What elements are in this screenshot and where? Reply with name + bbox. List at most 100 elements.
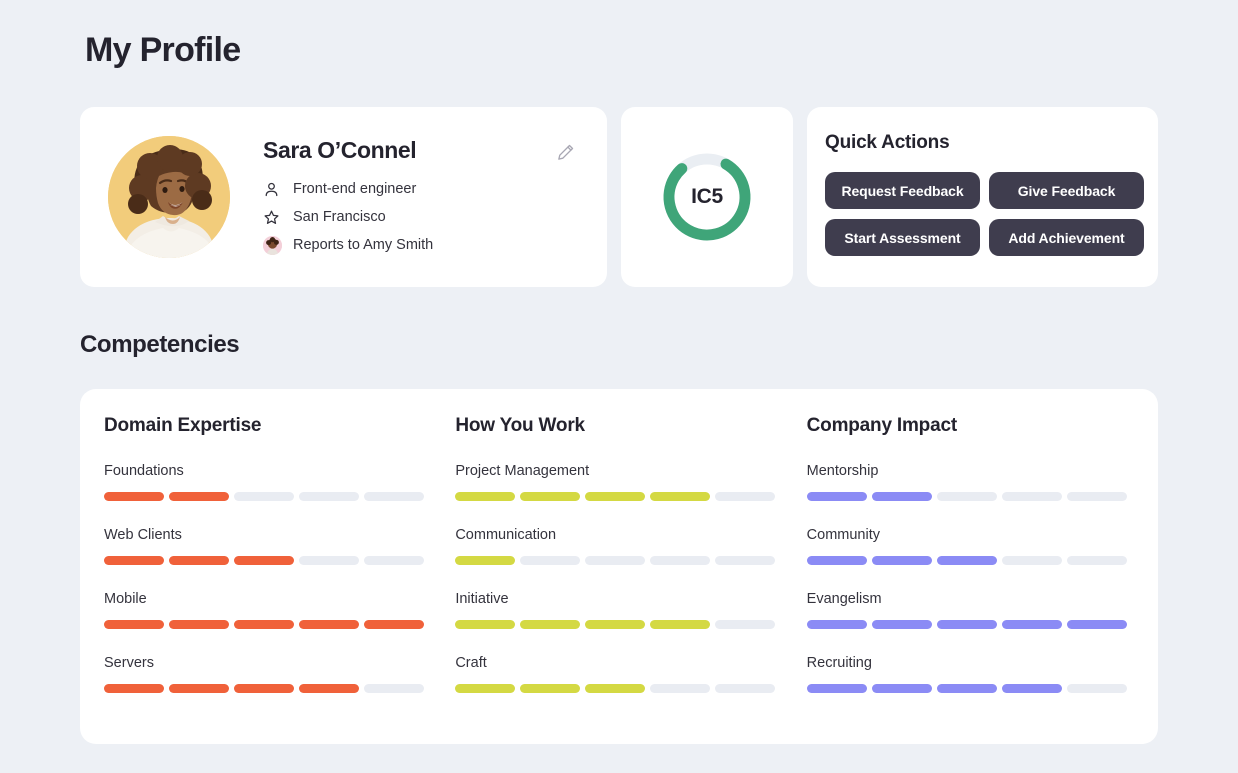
competency-level-segment[interactable]	[650, 620, 710, 629]
competency-level-segment[interactable]	[234, 556, 294, 565]
start-assessment-button[interactable]: Start Assessment	[825, 219, 980, 256]
competency-level-segment[interactable]	[455, 556, 515, 565]
competency-level-segment[interactable]	[364, 620, 424, 629]
competency-level-segment[interactable]	[715, 492, 775, 501]
competency-column: Company ImpactMentorshipCommunityEvangel…	[807, 415, 1158, 744]
competency-level-meter[interactable]	[104, 684, 455, 693]
competency-name: Communication	[455, 527, 806, 543]
competency-level-segment[interactable]	[364, 556, 424, 565]
competency-level-segment[interactable]	[872, 492, 932, 501]
competency-level-segment[interactable]	[234, 684, 294, 693]
competency-level-segment[interactable]	[585, 556, 645, 565]
profile-meta-manager[interactable]: Reports to Amy Smith	[263, 231, 433, 259]
add-achievement-button[interactable]: Add Achievement	[989, 219, 1144, 256]
profile-location-label: San Francisco	[293, 209, 386, 225]
competency-level-segment[interactable]	[715, 620, 775, 629]
competency-level-segment[interactable]	[807, 492, 867, 501]
competency-level-segment[interactable]	[937, 492, 997, 501]
competency-level-segment[interactable]	[455, 620, 515, 629]
competency-level-segment[interactable]	[872, 556, 932, 565]
competency-level-segment[interactable]	[1002, 620, 1062, 629]
competency-item: Craft	[455, 655, 806, 693]
avatar-icon	[263, 236, 285, 255]
competency-level-segment[interactable]	[169, 620, 229, 629]
competency-level-meter[interactable]	[807, 684, 1158, 693]
competency-level-segment[interactable]	[520, 492, 580, 501]
profile-role-label: Front-end engineer	[293, 181, 416, 197]
competency-level-segment[interactable]	[650, 556, 710, 565]
competency-level-segment[interactable]	[872, 684, 932, 693]
competency-level-segment[interactable]	[104, 684, 164, 693]
give-feedback-button[interactable]: Give Feedback	[989, 172, 1144, 209]
competency-level-segment[interactable]	[299, 556, 359, 565]
competency-level-segment[interactable]	[1002, 492, 1062, 501]
competency-level-segment[interactable]	[104, 492, 164, 501]
competency-level-segment[interactable]	[364, 684, 424, 693]
competency-level-segment[interactable]	[520, 556, 580, 565]
competency-level-segment[interactable]	[715, 684, 775, 693]
competency-level-segment[interactable]	[299, 684, 359, 693]
competency-level-segment[interactable]	[364, 492, 424, 501]
competency-item: Web Clients	[104, 527, 455, 565]
competency-level-segment[interactable]	[169, 556, 229, 565]
competency-level-segment[interactable]	[169, 492, 229, 501]
competency-level-segment[interactable]	[455, 492, 515, 501]
competency-level-segment[interactable]	[872, 620, 932, 629]
competency-level-segment[interactable]	[520, 684, 580, 693]
competency-level-segment[interactable]	[650, 492, 710, 501]
competency-level-meter[interactable]	[455, 556, 806, 565]
competency-level-segment[interactable]	[937, 620, 997, 629]
competency-level-segment[interactable]	[455, 684, 515, 693]
competency-name: Craft	[455, 655, 806, 671]
competency-level-segment[interactable]	[807, 684, 867, 693]
competency-item: Evangelism	[807, 591, 1158, 629]
competency-level-segment[interactable]	[104, 620, 164, 629]
competency-level-segment[interactable]	[520, 620, 580, 629]
competency-item: Foundations	[104, 463, 455, 501]
request-feedback-button[interactable]: Request Feedback	[825, 172, 980, 209]
competency-level-meter[interactable]	[455, 492, 806, 501]
competency-level-segment[interactable]	[937, 556, 997, 565]
competency-item: Servers	[104, 655, 455, 693]
competency-level-segment[interactable]	[1067, 556, 1127, 565]
competency-level-segment[interactable]	[807, 556, 867, 565]
competency-level-segment[interactable]	[169, 684, 229, 693]
competency-level-segment[interactable]	[299, 492, 359, 501]
competency-level-segment[interactable]	[1067, 620, 1127, 629]
competency-level-segment[interactable]	[104, 556, 164, 565]
competency-level-segment[interactable]	[1067, 684, 1127, 693]
competency-level-segment[interactable]	[937, 684, 997, 693]
competency-level-segment[interactable]	[585, 492, 645, 501]
page-title: My Profile	[85, 31, 240, 70]
competency-level-meter[interactable]	[807, 620, 1158, 629]
competency-level-segment[interactable]	[1002, 556, 1062, 565]
competency-level-meter[interactable]	[455, 620, 806, 629]
competency-level-meter[interactable]	[807, 492, 1158, 501]
competency-level-meter[interactable]	[104, 492, 455, 501]
competency-name: Mentorship	[807, 463, 1158, 479]
competency-level-segment[interactable]	[1002, 684, 1062, 693]
competency-level-meter[interactable]	[104, 620, 455, 629]
competency-level-segment[interactable]	[234, 620, 294, 629]
competency-level-segment[interactable]	[299, 620, 359, 629]
competency-level-segment[interactable]	[650, 684, 710, 693]
competency-level-segment[interactable]	[234, 492, 294, 501]
competency-level-segment[interactable]	[1067, 492, 1127, 501]
competency-name: Servers	[104, 655, 455, 671]
competencies-card: Domain ExpertiseFoundationsWeb ClientsMo…	[80, 389, 1158, 744]
profile-card: Sara O’Connel Front-end engineer	[80, 107, 607, 287]
competency-level-meter[interactable]	[455, 684, 806, 693]
competency-level-segment[interactable]	[585, 620, 645, 629]
quick-actions-grid: Request Feedback Give Feedback Start Ass…	[825, 172, 1133, 256]
competency-level-segment[interactable]	[715, 556, 775, 565]
competency-level-meter[interactable]	[807, 556, 1158, 565]
competency-level-segment[interactable]	[585, 684, 645, 693]
competency-item: Mobile	[104, 591, 455, 629]
edit-profile-button[interactable]	[556, 140, 580, 164]
competency-level-segment[interactable]	[807, 620, 867, 629]
competency-name: Recruiting	[807, 655, 1158, 671]
competency-name: Mobile	[104, 591, 455, 607]
competency-level-meter[interactable]	[104, 556, 455, 565]
competency-name: Foundations	[104, 463, 455, 479]
quick-actions-title: Quick Actions	[825, 132, 1133, 154]
